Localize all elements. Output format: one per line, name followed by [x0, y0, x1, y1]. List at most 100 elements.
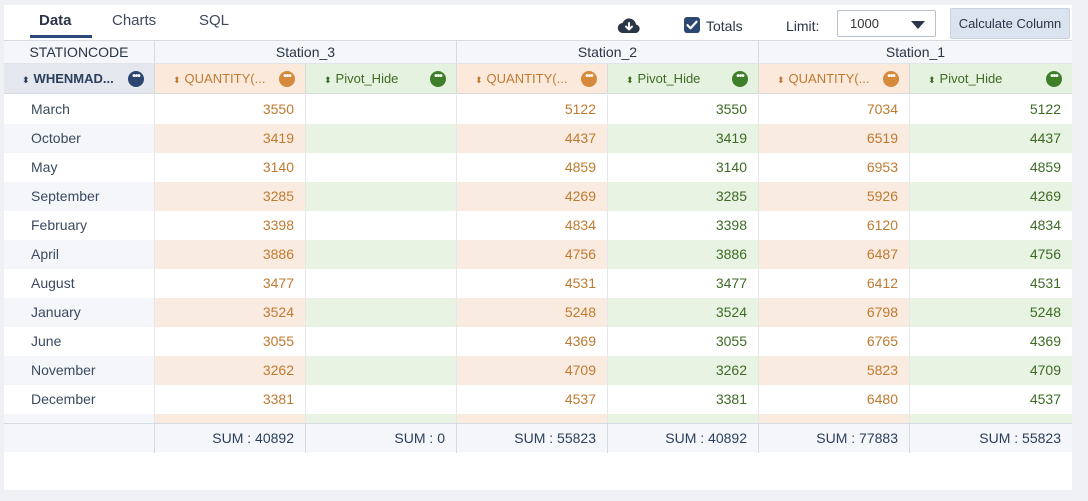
column-header[interactable]: ⬍ QUANTITY(... •••: [154, 64, 305, 93]
table-cell: 3285: [154, 182, 305, 211]
table-cell: 5122: [909, 95, 1072, 124]
column-header-text: ⬍ QUANTITY(...: [777, 71, 869, 86]
row-label-cell: December: [4, 385, 154, 414]
column-menu-icon[interactable]: •••: [883, 70, 899, 87]
sort-icon[interactable]: ⬍: [475, 75, 483, 85]
tab-data[interactable]: Data: [39, 12, 72, 29]
table-cell: 5926: [758, 182, 909, 211]
table-cell: 4531: [909, 269, 1072, 298]
column-header[interactable]: ⬍ Pivot_Hide •••: [607, 64, 758, 93]
table-cell: 3381: [607, 385, 758, 414]
table-cell: 3381: [154, 385, 305, 414]
checkmark-icon: [686, 20, 698, 30]
group-header: Station_1: [758, 41, 1072, 63]
totals-row: SUM : 40892 SUM : 0 SUM : 55823 SUM : 40892…: [4, 423, 1072, 453]
table-row: August 3477 4531 3477 6412 4531: [4, 269, 1072, 298]
sort-icon[interactable]: ⬍: [777, 75, 785, 85]
table-cell: 3398: [154, 211, 305, 240]
column-header[interactable]: ⬍ QUANTITY(... •••: [456, 64, 607, 93]
row-label-cell: October: [4, 124, 154, 153]
column-header-label: WHENMAD...: [33, 71, 114, 86]
row-label-cell: January: [4, 298, 154, 327]
table-cell: 6412: [758, 269, 909, 298]
table-cell: 4709: [456, 356, 607, 385]
table-cell: 4756: [456, 240, 607, 269]
table-cell: 4437: [456, 124, 607, 153]
group-header: Station_3: [154, 41, 456, 63]
tab-sql[interactable]: SQL: [199, 12, 229, 29]
column-menu-icon[interactable]: •••: [430, 70, 446, 87]
table-cell: [305, 95, 456, 124]
row-label-cell: March: [4, 95, 154, 124]
table-cell: [305, 240, 456, 269]
sort-icon[interactable]: ⬍: [928, 75, 936, 85]
table-cell: 3477: [607, 269, 758, 298]
column-menu-icon[interactable]: •••: [279, 70, 295, 87]
limit-label: Limit:: [786, 18, 820, 34]
column-header-text: ⬍ Pivot_Hide: [928, 71, 1002, 86]
table-row: November 3262 4709 3262 5823 4709: [4, 356, 1072, 385]
column-header[interactable]: ⬍ QUANTITY(... •••: [758, 64, 909, 93]
row-label-cell: August: [4, 269, 154, 298]
column-header[interactable]: ⬍ Pivot_Hide •••: [305, 64, 456, 93]
table-row: October 3419 4437 3419 6519 4437: [4, 124, 1072, 153]
row-label-cell: May: [4, 153, 154, 182]
table-cell: [305, 298, 456, 327]
tab-charts[interactable]: Charts: [112, 12, 156, 29]
table-row: May 3140 4859 3140 6953 4859: [4, 153, 1072, 182]
data-panel: Data Charts SQL Totals Limit: 1000 Calcu…: [4, 5, 1072, 490]
column-header[interactable]: ⬍ Pivot_Hide •••: [909, 64, 1072, 93]
table-row: February 3398 4834 3398 6120 4834: [4, 211, 1072, 240]
table-row: January 3524 5248 3524 6798 5248: [4, 298, 1072, 327]
table-cell: 3524: [154, 298, 305, 327]
column-header-text: ⬍ QUANTITY(...: [475, 71, 567, 86]
table-cell: [305, 211, 456, 240]
column-header-label: QUANTITY(...: [486, 71, 568, 86]
column-menu-icon[interactable]: •••: [581, 70, 597, 87]
table-row: June 3055 4369 3055 6765 4369: [4, 327, 1072, 356]
column-header-label: Pivot_Hide: [335, 71, 399, 86]
row-label-cell: April: [4, 240, 154, 269]
column-header[interactable]: ⬍ WHENMAD... •••: [4, 64, 154, 93]
sort-icon[interactable]: ⬍: [22, 75, 30, 85]
table-row: April 3886 4756 3886 6487 4756: [4, 240, 1072, 269]
column-header-row: ⬍ WHENMAD... ••• ⬍ QUANTITY(... ••• ⬍ Pivot_Hid…: [4, 64, 1072, 94]
limit-select[interactable]: 1000: [837, 10, 936, 37]
table-cell: 3419: [154, 124, 305, 153]
table-row: December 3381 4537 3381 6480 4537: [4, 385, 1072, 414]
column-header-label: QUANTITY(...: [184, 71, 266, 86]
table-cell: 4859: [909, 153, 1072, 182]
table-cell: 4859: [456, 153, 607, 182]
table-cell: [305, 124, 456, 153]
row-header-label: STATIONCODE: [29, 44, 129, 60]
table-cell: [305, 153, 456, 182]
table-cell: 3886: [607, 240, 758, 269]
sort-icon[interactable]: ⬍: [173, 75, 181, 85]
column-menu-icon[interactable]: •••: [732, 70, 748, 87]
table-cell: 6798: [758, 298, 909, 327]
table-cell: 6487: [758, 240, 909, 269]
column-header-label: Pivot_Hide: [939, 71, 1003, 86]
sort-icon[interactable]: ⬍: [324, 75, 332, 85]
cloud-download-icon[interactable]: [617, 16, 641, 36]
totals-checkbox[interactable]: [684, 17, 700, 33]
totals-label-cell: [4, 424, 154, 453]
column-menu-icon[interactable]: •••: [128, 70, 144, 87]
table-cell: 3398: [607, 211, 758, 240]
table-cell: 3524: [607, 298, 758, 327]
sort-icon[interactable]: ⬍: [626, 75, 634, 85]
table-cell: [305, 269, 456, 298]
column-header-text: ⬍ WHENMAD...: [22, 71, 114, 86]
table-cell: 5122: [456, 95, 607, 124]
table-cell: [305, 327, 456, 356]
table-cell: 6953: [758, 153, 909, 182]
calculate-column-button[interactable]: Calculate Column: [950, 8, 1070, 39]
column-menu-icon[interactable]: •••: [1046, 70, 1062, 87]
active-tab-indicator: [30, 35, 92, 38]
table-cell: 5823: [758, 356, 909, 385]
column-header-text: ⬍ Pivot_Hide: [324, 71, 398, 86]
total-cell: SUM : 55823: [456, 424, 607, 453]
column-header-text: ⬍ QUANTITY(...: [173, 71, 265, 86]
totals-label: Totals: [706, 18, 743, 34]
column-header-label: QUANTITY(...: [788, 71, 870, 86]
